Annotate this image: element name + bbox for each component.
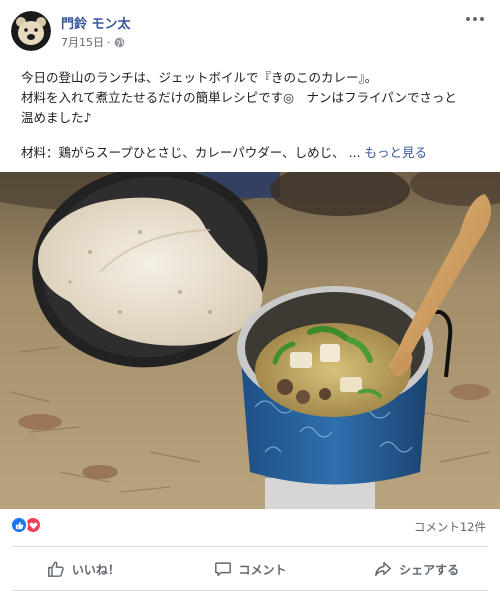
share-button[interactable]: シェアする	[333, 552, 500, 586]
thumbs-up-outline-icon	[47, 561, 64, 577]
globe-icon	[114, 37, 124, 47]
more-options-button[interactable]	[466, 14, 486, 24]
post-text-line: 今日の登山のランチは、ジェットボイルで『きのこのカレー』。	[21, 70, 378, 85]
divider	[12, 546, 488, 547]
curry-photo	[0, 172, 500, 509]
post-author[interactable]: 門鈴 モン太	[61, 13, 131, 32]
post-header: 門鈴 モン太 7月15日 ·	[0, 0, 500, 62]
like-button[interactable]: いいね！	[0, 552, 167, 586]
post-text: 今日の登山のランチは、ジェットボイルで『きのこのカレー』。 材料を入れて煮立たせ…	[21, 68, 481, 163]
thumbs-up-icon	[15, 521, 23, 529]
comment-button[interactable]: コメント	[167, 552, 334, 586]
like-label: いいね！	[71, 562, 120, 577]
comment-bubble-icon	[214, 562, 231, 577]
dot-icon	[473, 17, 477, 21]
comment-label: コメント	[238, 562, 287, 577]
avatar[interactable]	[11, 11, 51, 51]
dot-icon	[466, 17, 470, 21]
reactions-bar: コメント12件	[0, 512, 500, 540]
divider	[12, 590, 488, 591]
comment-count[interactable]: コメント12件	[414, 519, 486, 535]
ellipsis: ...	[348, 145, 361, 160]
share-label: シェアする	[399, 562, 460, 577]
bear-avatar-icon	[11, 11, 51, 51]
ingredients-text: 材料：鶏がらスープひとさじ、カレーパウダー、しめじ、	[21, 145, 345, 160]
dot-icon	[480, 17, 484, 21]
heart-icon	[29, 522, 37, 529]
share-arrow-icon	[375, 561, 392, 577]
ingredients-line: 材料：鶏がらスープひとさじ、カレーパウダー、しめじ、 ... もっと見る	[21, 143, 481, 163]
post-text-line: 温めました♪	[21, 110, 92, 125]
post-date[interactable]: 7月15日	[61, 34, 104, 50]
see-more-link[interactable]: もっと見る	[365, 145, 428, 160]
like-icon	[10, 516, 28, 534]
post-text-line: 材料を入れて煮立たせるだけの簡単レシピです◎ ナンはフライパンでさっと	[21, 90, 457, 105]
reaction-icons[interactable]	[10, 516, 42, 534]
post-meta: 7月15日 ·	[61, 34, 125, 50]
post-photo[interactable]	[0, 172, 500, 509]
action-bar: いいね！ コメント シェアする	[0, 552, 500, 586]
